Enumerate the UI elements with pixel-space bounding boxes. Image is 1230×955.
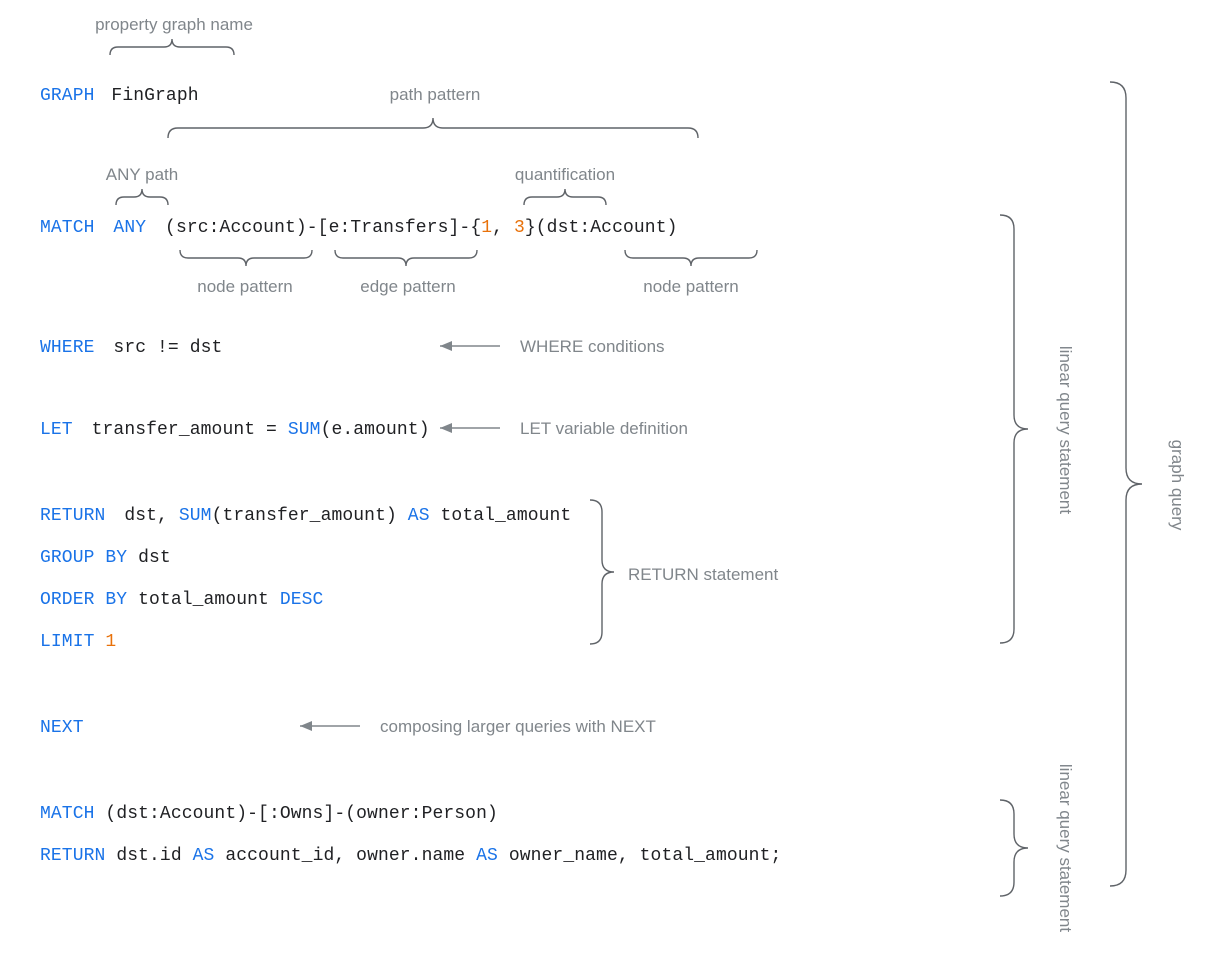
return-c: total_amount xyxy=(430,506,572,526)
svg-text:LIMIT 1: LIMIT 1 xyxy=(40,632,116,652)
let-var: transfer_amount = xyxy=(92,420,288,440)
kw-as1: AS xyxy=(408,506,430,526)
brace-graph-query xyxy=(1110,82,1142,886)
brace-quantification xyxy=(524,189,606,205)
code-line-return: RETURN dst, SUM(transfer_amount) AS tota… xyxy=(40,506,571,526)
kw-orderby: ORDER BY xyxy=(40,590,127,610)
kw-graph: GRAPH xyxy=(40,86,95,106)
let-paren: (e.amount) xyxy=(321,420,430,440)
orderby-rest: total_amount xyxy=(127,590,280,610)
label-where-conditions: WHERE conditions xyxy=(520,337,665,356)
brace-linear1 xyxy=(1000,215,1028,643)
label-node-pattern-2: node pattern xyxy=(643,277,738,296)
label-path-pattern: path pattern xyxy=(390,85,481,104)
brace-edge xyxy=(335,250,477,266)
kw-return1: RETURN xyxy=(40,506,105,526)
where-rest: src != dst xyxy=(113,338,222,358)
return2-a: dst.id xyxy=(105,846,192,866)
label-return-stmt: RETURN statement xyxy=(628,565,778,584)
kw-sum1: SUM xyxy=(288,420,321,440)
brace-path-pattern xyxy=(168,118,698,138)
brace-any-path xyxy=(116,189,168,205)
return-b: (transfer_amount) xyxy=(212,506,408,526)
kw-as2: AS xyxy=(193,846,215,866)
quant-3: 3 xyxy=(514,218,525,238)
code-line-limit: LIMIT 1 xyxy=(40,632,116,652)
svg-text:LET transfer_amount = SU: LET transfer_amount = SUM(e.amount) xyxy=(40,420,430,440)
code-line-graph: GRAPH FinGraph xyxy=(40,86,199,106)
label-any-path: ANY path xyxy=(106,165,178,184)
code-line-orderby: ORDER BY total_amount DESC xyxy=(40,590,324,610)
brace-node1 xyxy=(180,250,312,266)
svg-text:MATCH (dst:Account)-[:Owns]-(o: MATCH (dst:Account)-[:Owns]-(owner:Perso… xyxy=(40,804,498,824)
kw-match: MATCH xyxy=(40,218,95,238)
label-graph-query: graph query xyxy=(1168,440,1187,531)
return-a: dst, xyxy=(124,506,179,526)
match-close4: ) xyxy=(667,218,678,238)
groupby-rest: dst xyxy=(127,548,171,568)
brace-linear2 xyxy=(1000,800,1028,896)
kw-return2: RETURN xyxy=(40,846,105,866)
kw-any: ANY xyxy=(113,218,146,238)
label-edge-pattern: edge pattern xyxy=(360,277,455,296)
code-line-where: WHERE src != dst xyxy=(40,338,222,358)
match-close3: }( xyxy=(525,218,547,238)
code-line-next: NEXT xyxy=(40,718,84,738)
brace-return-stmt xyxy=(590,500,614,644)
label-property-graph-name: property graph name xyxy=(95,15,253,34)
kw-groupby: GROUP BY xyxy=(40,548,127,568)
quant-comma: , xyxy=(492,218,514,238)
label-quantification: quantification xyxy=(515,165,615,184)
kw-let: LET xyxy=(40,420,73,440)
edge-node: e:Transfers xyxy=(329,218,449,238)
limit-sp xyxy=(95,632,106,652)
match-close1: )-[ xyxy=(296,218,329,238)
match2-rest: (dst:Account)-[:Owns]-(owner:Person) xyxy=(95,804,498,824)
label-linear-query-2: linear query statement xyxy=(1056,764,1075,932)
graph-name: FinGraph xyxy=(111,86,198,106)
match-open1: ( xyxy=(165,218,176,238)
kw-limit: LIMIT xyxy=(40,632,95,652)
arrow-where xyxy=(440,341,500,351)
label-let-def: LET variable definition xyxy=(520,419,688,438)
code-line-let: LET transfer_amount = SUM(e.amount) xyxy=(40,420,430,440)
return2-c: owner_name, total_amount; xyxy=(498,846,781,866)
svg-text:GRAPH FinGraph: GRAPH FinGraph xyxy=(40,86,199,106)
limit-num: 1 xyxy=(105,632,116,652)
kw-desc: DESC xyxy=(280,590,324,610)
label-node-pattern-1: node pattern xyxy=(197,277,292,296)
brace-node2 xyxy=(625,250,757,266)
svg-text:RETURN dst, SUM(transfer: RETURN dst, SUM(transfer_amount) AS tota… xyxy=(40,506,571,526)
svg-text:ORDER BY total_amount DESC: ORDER BY total_amount DESC xyxy=(40,590,324,610)
svg-text:MATCH ANY (src:Acc: MATCH ANY (src:Account)-[e:Transfers]-{1… xyxy=(40,218,678,238)
quant-1: 1 xyxy=(481,218,492,238)
dst-node: dst:Account xyxy=(547,218,667,238)
match-close2: ]-{ xyxy=(449,218,482,238)
return2-b: account_id, owner.name xyxy=(214,846,476,866)
kw-next: NEXT xyxy=(40,718,84,738)
kw-sum2: SUM xyxy=(179,506,212,526)
kw-as3: AS xyxy=(476,846,498,866)
svg-text:RETURN dst.id AS account_id, o: RETURN dst.id AS account_id, owner.name … xyxy=(40,846,781,866)
label-linear-query-1: linear query statement xyxy=(1056,346,1075,514)
arrow-next xyxy=(300,721,360,731)
kw-match2: MATCH xyxy=(40,804,95,824)
svg-text:WHERE src != dst: WHERE src != dst xyxy=(40,338,222,358)
brace-property-graph-name xyxy=(110,39,234,55)
code-line-match-any: MATCH ANY (src:Account)-[e:Transfers]-{1… xyxy=(40,218,678,238)
code-line-return2: RETURN dst.id AS account_id, owner.name … xyxy=(40,846,781,866)
arrow-let xyxy=(440,423,500,433)
svg-text:NEXT: NEXT xyxy=(40,718,84,738)
code-line-groupby: GROUP BY dst xyxy=(40,548,171,568)
code-line-match2: MATCH (dst:Account)-[:Owns]-(owner:Perso… xyxy=(40,804,498,824)
label-composing-next: composing larger queries with NEXT xyxy=(380,717,656,736)
src-node: src:Account xyxy=(176,218,296,238)
svg-text:GROUP BY dst: GROUP BY dst xyxy=(40,548,171,568)
kw-where: WHERE xyxy=(40,338,95,358)
